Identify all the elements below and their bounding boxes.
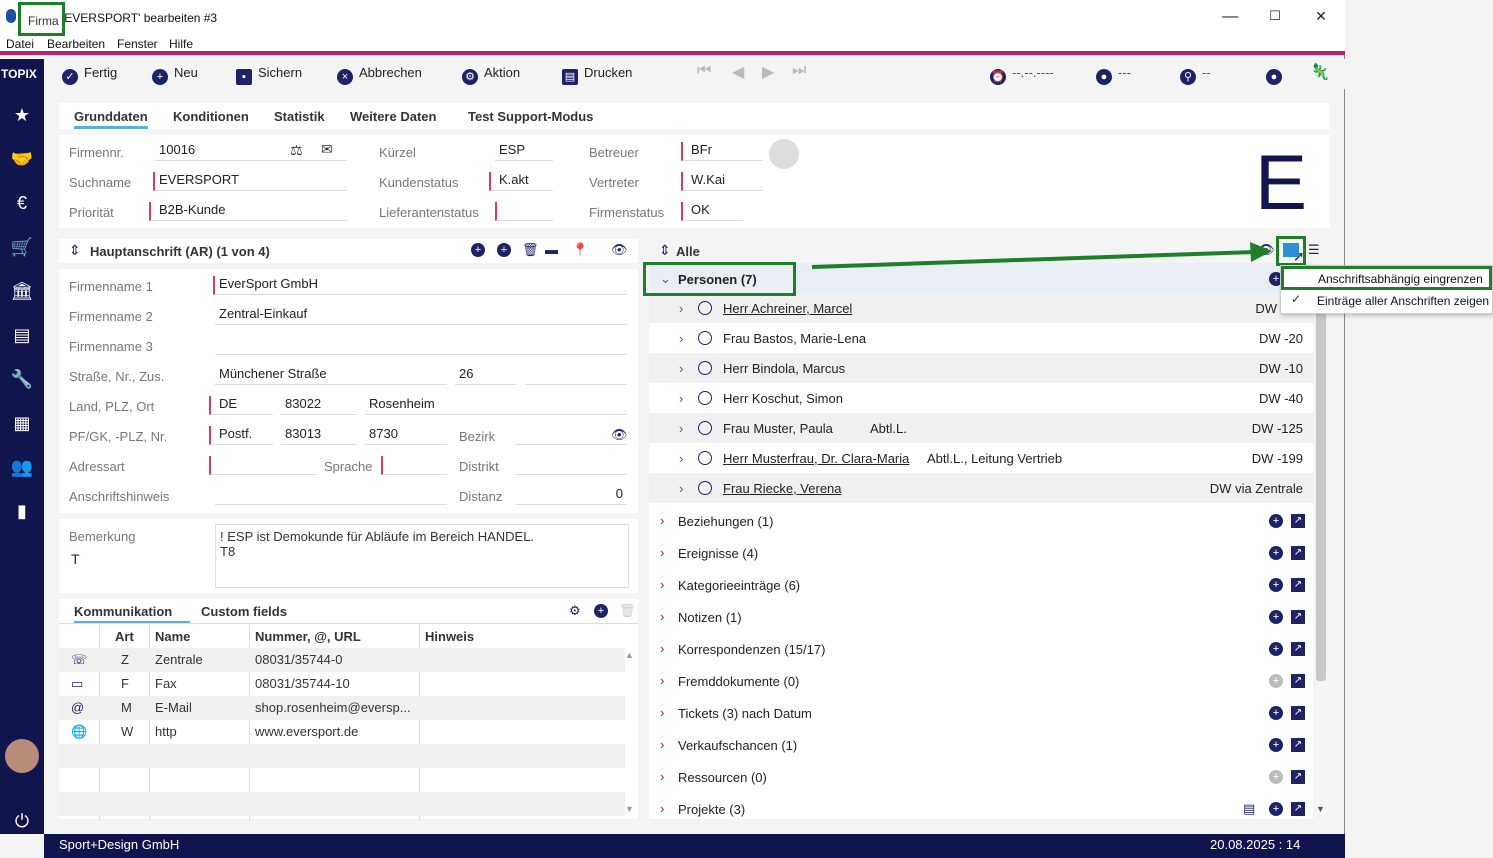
filter-popup-menu: Anschriftsabhängig eingrenzen ✓ Einträge…: [1280, 265, 1493, 314]
annotation-arrow: [811, 242, 1272, 269]
menu-item-anschriftsabhaengig[interactable]: Anschriftsabhängig eingrenzen: [1281, 266, 1492, 290]
check-icon: ✓: [1291, 292, 1302, 306]
mouse-cursor-icon: ➚: [1293, 248, 1305, 264]
menu-item-label: Anschriftsabhängig eingrenzen: [1318, 272, 1483, 286]
menu-item-alle-anschriften[interactable]: Einträge aller Anschriften zeigen: [1317, 294, 1489, 308]
